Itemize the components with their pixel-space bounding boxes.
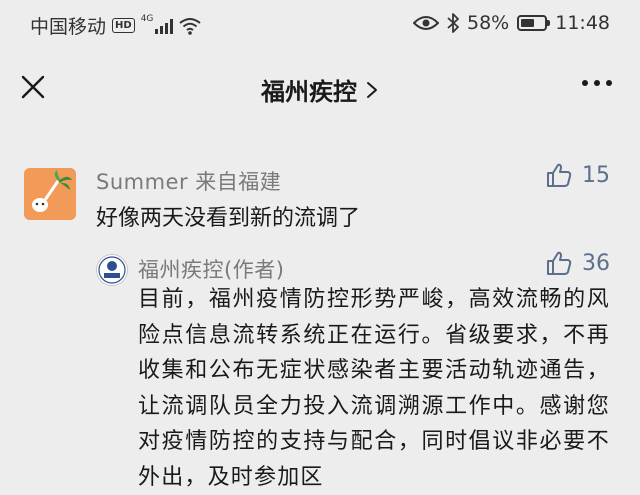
clock-time: 11:48 — [555, 12, 610, 34]
comment-username[interactable]: Summer — [96, 170, 188, 194]
more-dots-icon[interactable] — [582, 80, 612, 86]
cdc-logo-icon — [98, 256, 126, 284]
carrier-name: 中国移动 — [30, 16, 107, 38]
battery-icon — [517, 15, 551, 31]
eye-icon — [413, 16, 439, 30]
bluetooth-icon — [447, 13, 459, 33]
network-type: 4G — [140, 13, 154, 24]
status-left: 中国移动 HD 4G — [30, 12, 202, 39]
comment-like-count: 15 — [582, 162, 610, 188]
status-bar: 中国移动 HD 4G 58% 11:48 — [0, 0, 640, 50]
thumbs-up-icon — [547, 163, 572, 187]
status-right: 58% 11:48 — [413, 12, 610, 34]
comment-location: 来自福建 — [195, 170, 282, 194]
battery-fill — [521, 19, 534, 27]
signal-icon — [155, 18, 174, 34]
chevron-right-icon — [367, 81, 377, 98]
cartoon-avatar-icon — [24, 168, 76, 220]
account-title-link[interactable]: 福州疾控 — [0, 72, 640, 107]
comment-text: 好像两天没看到新的流调了 — [96, 206, 361, 231]
comment-like-button[interactable]: 15 — [546, 162, 610, 188]
reply-author-name[interactable]: 福州疾控(作者) — [138, 254, 284, 284]
reply-like-count: 36 — [582, 250, 610, 276]
comment-user-line: Summer 来自福建 — [96, 166, 281, 196]
author-avatar[interactable] — [96, 254, 128, 286]
reply-like-button[interactable]: 36 — [546, 250, 610, 276]
reply-text: 目前，福州疫情防控形势严峻，高效流畅的风险点信息流转系统正在运行。省级要求，不再… — [138, 287, 610, 490]
wifi-icon — [179, 17, 202, 35]
avatar[interactable] — [24, 168, 76, 220]
thumbs-up-icon — [547, 251, 572, 275]
comment-section: Summer 来自福建 15 好像两天没看到新的流调了 福州疾控(作者) 36 … — [0, 126, 640, 490]
top-navigation-bar: 福州疾控 — [0, 50, 640, 126]
hd-badge: HD — [112, 18, 135, 33]
account-title: 福州疾控 — [261, 78, 357, 106]
battery-percent: 58% — [467, 12, 510, 34]
